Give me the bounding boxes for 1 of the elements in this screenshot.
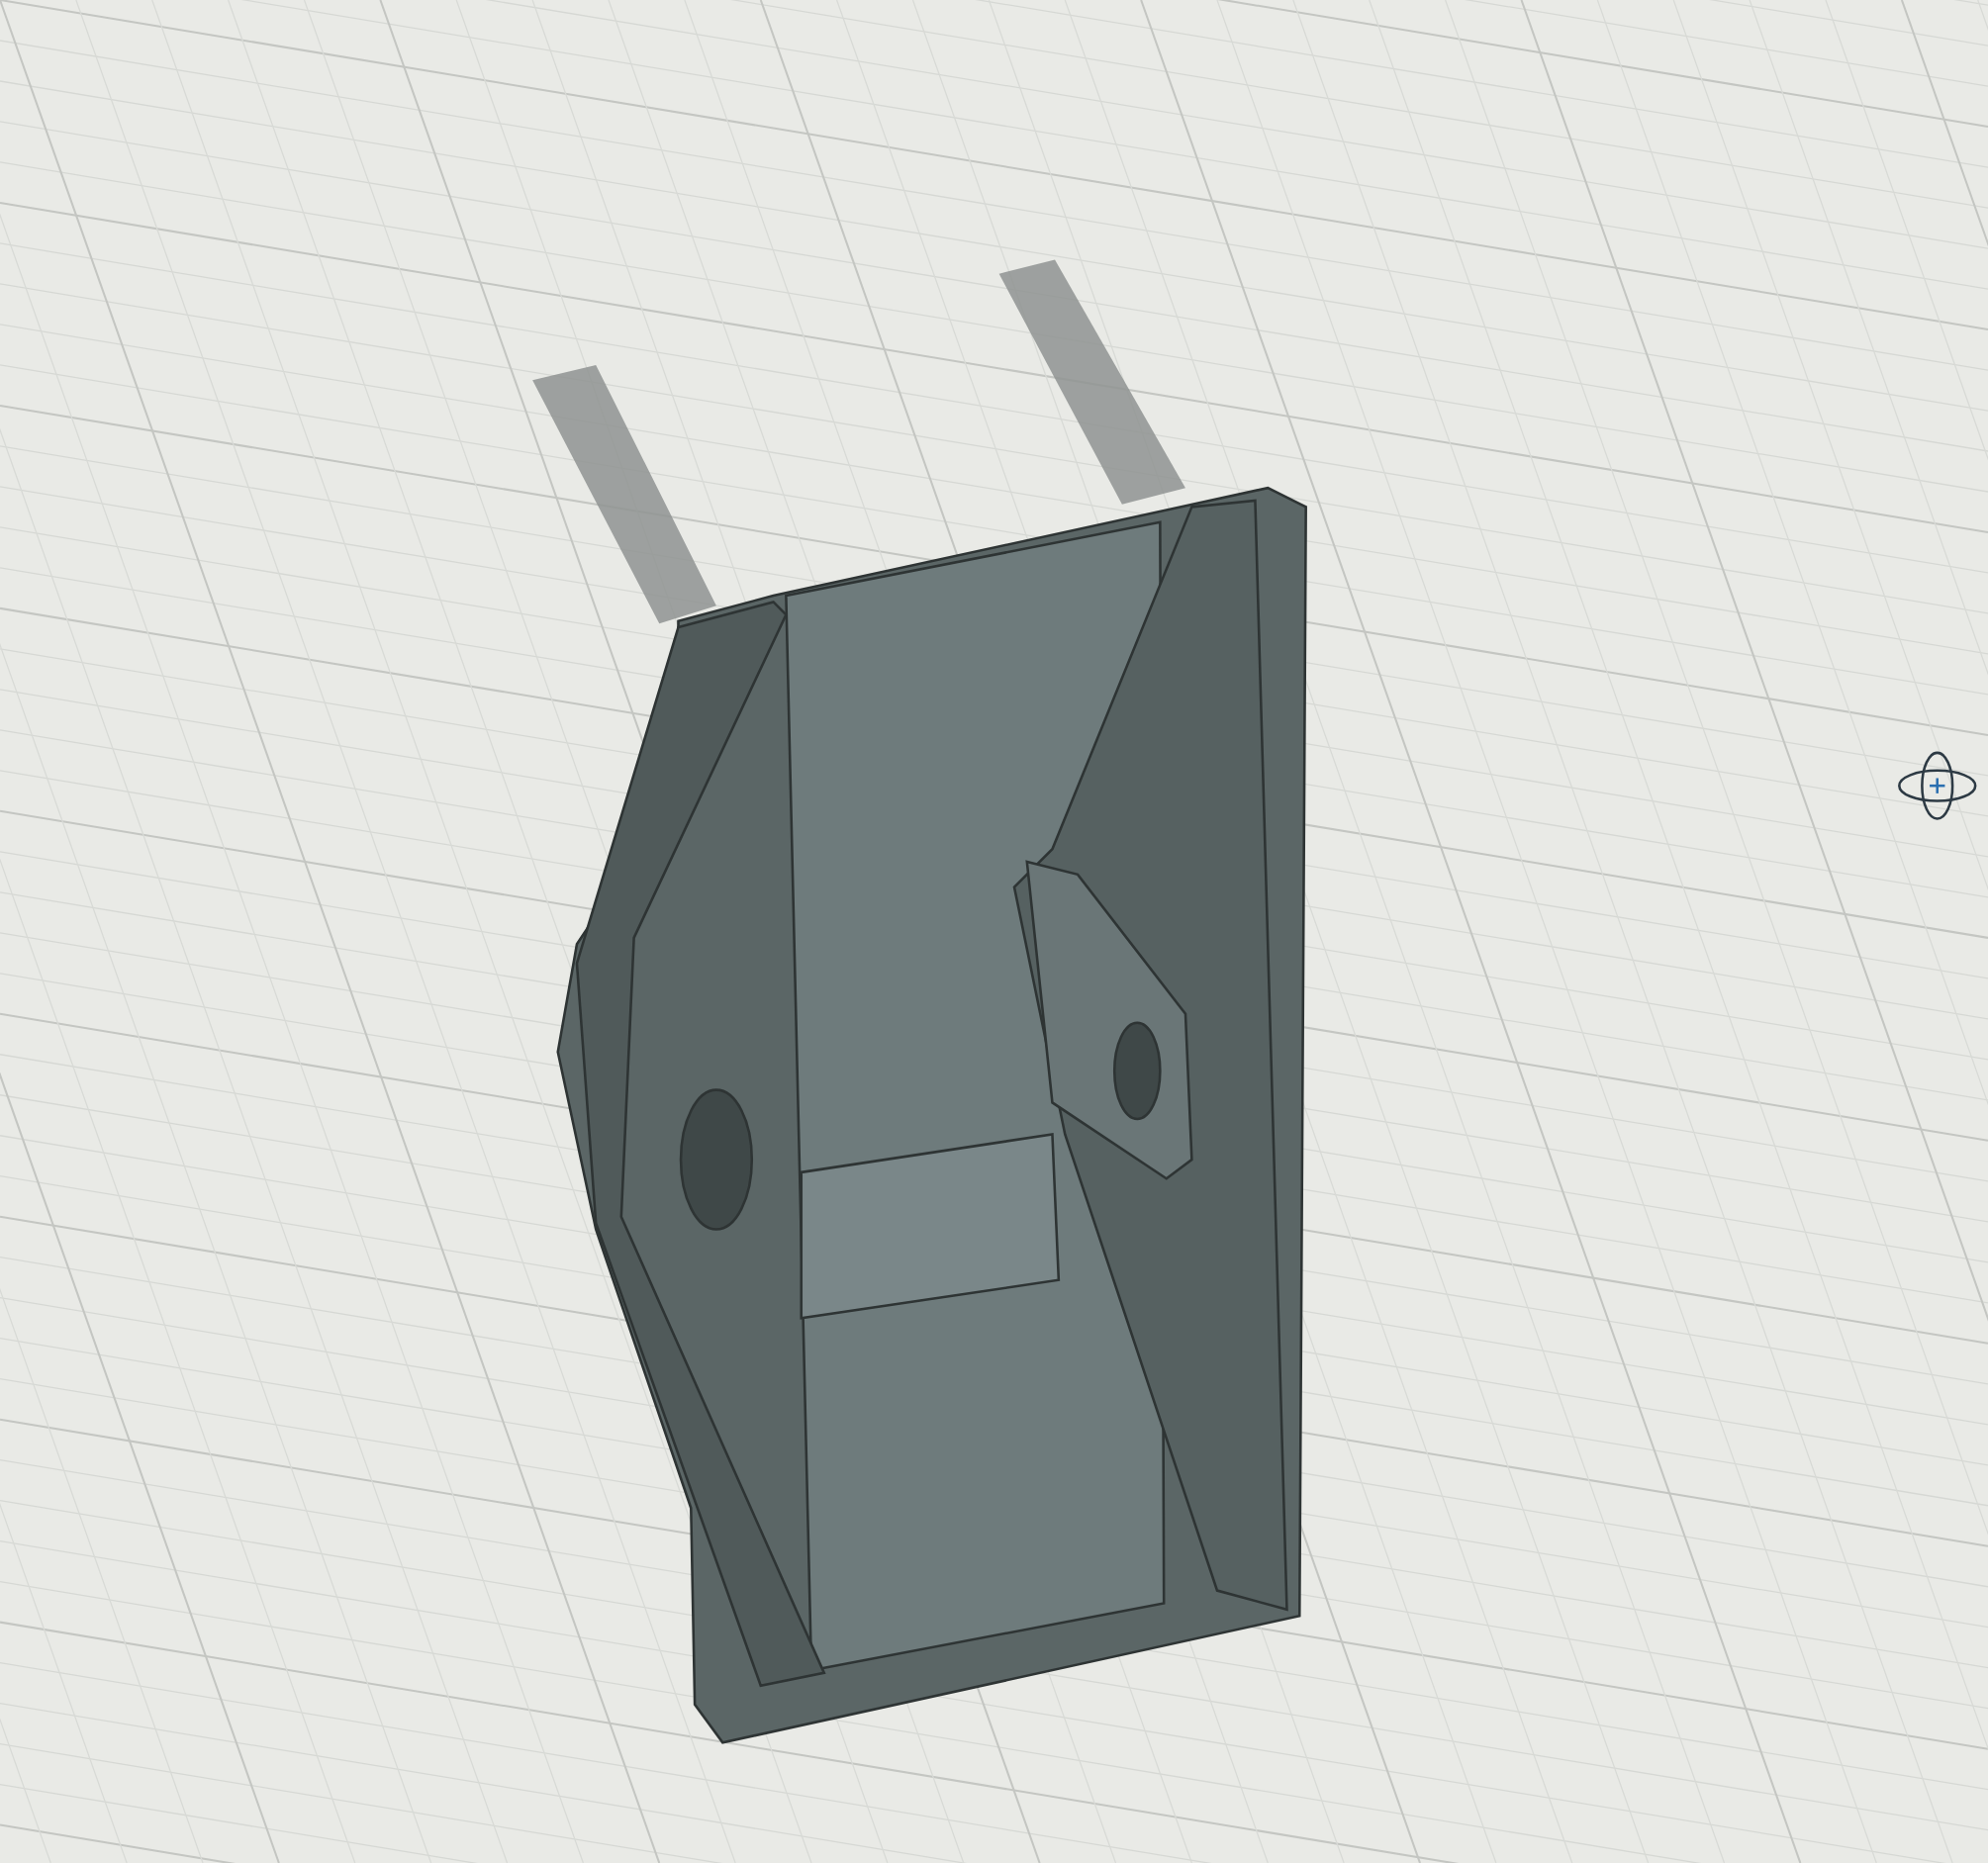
orbit-cursor-icon xyxy=(1898,751,1977,820)
